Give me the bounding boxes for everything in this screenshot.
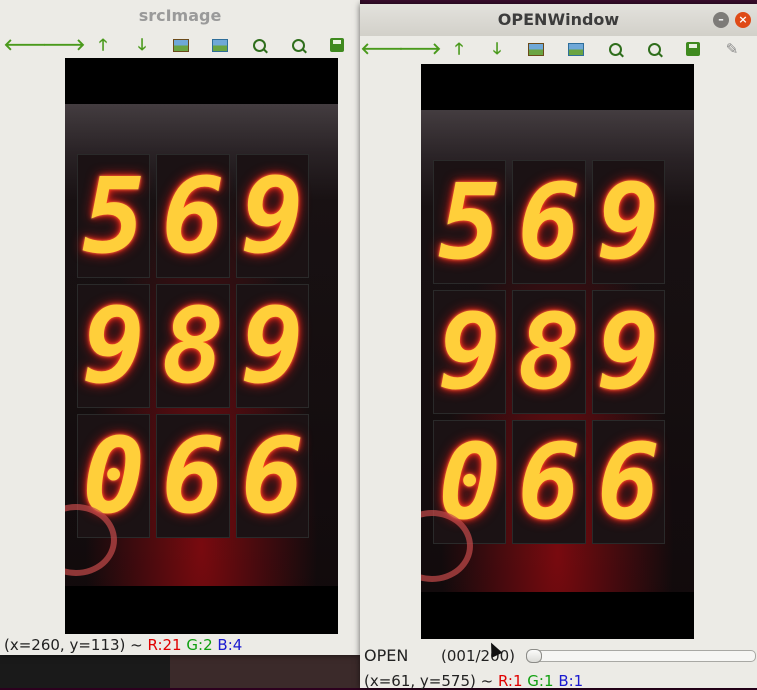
status-coords: (x=61, y=575) ~ [364,672,498,690]
status-bar: (x=61, y=575) ~ R:1 G:1 B:1 [364,672,583,690]
zoom-original-icon[interactable] [170,35,192,55]
digit: 5 [433,160,507,284]
trackbar-groove[interactable] [526,650,756,662]
properties-icon[interactable]: ✎ [721,39,743,59]
zoom-in-icon[interactable] [248,35,270,55]
digit: 9 [433,290,507,414]
status-g: G:2 [186,636,213,654]
trackbar-label: OPEN [364,646,409,665]
seven-segment-display: 5 6 9 9 8 9 0 6 6 [77,154,309,538]
save-icon[interactable] [682,39,704,59]
image-canvas[interactable]: 5 6 9 9 8 9 0 6 6 [65,58,338,634]
pan-down-icon[interactable]: 🡓 [486,39,508,59]
zoom-out-icon[interactable] [643,39,665,59]
pan-left-icon[interactable]: 🡐 [4,35,47,55]
status-r: R:21 [147,636,182,654]
display-photo: 5 6 9 9 8 9 0 6 6 [421,110,694,592]
toolbar: 🡐 🡒 🡑 🡓 ✎ [360,36,757,62]
digit: 5 [77,154,151,278]
background-window-fragment [170,655,360,688]
open-window[interactable]: OPENWindow – × 🡐 🡒 🡑 🡓 ✎ 5 6 9 9 8 9 0 6 [360,4,757,690]
pan-up-icon[interactable]: 🡑 [448,39,470,59]
desktop-background-bottom [0,655,360,688]
close-button[interactable]: × [735,12,751,28]
pan-right-icon[interactable]: 🡒 [399,39,442,59]
digit: 9 [591,160,665,284]
pan-down-icon[interactable]: 🡓 [131,35,153,55]
digit: 8 [156,284,230,408]
status-b: B:4 [217,636,243,654]
src-image-window[interactable]: srcImage 🡐 🡒 🡑 🡓 5 6 9 9 8 9 0 6 6 (x=26… [0,0,360,655]
digit: 6 [156,154,230,278]
digit: 6 [512,420,586,544]
seven-segment-display: 5 6 9 9 8 9 0 6 6 [433,160,665,544]
trackbar-handle[interactable] [526,649,542,663]
minimize-button[interactable]: – [713,12,729,28]
pan-up-icon[interactable]: 🡑 [92,35,114,55]
digit: 8 [512,290,586,414]
zoom-in-icon[interactable] [604,39,626,59]
status-g: G:1 [527,672,554,690]
save-icon[interactable] [326,35,348,55]
window-controls: – × [713,12,751,28]
digit: 6 [591,420,665,544]
digit: 6 [156,414,230,538]
image-canvas[interactable]: 5 6 9 9 8 9 0 6 6 [421,64,694,639]
zoom-fit-icon[interactable] [209,35,231,55]
window-title[interactable]: OPENWindow [360,4,757,36]
digit: 9 [235,284,309,408]
digit: 9 [77,284,151,408]
status-b: B:1 [558,672,584,690]
zoom-out-icon[interactable] [287,35,309,55]
status-r: R:1 [497,672,523,690]
digit: 6 [235,414,309,538]
status-bar: (x=260, y=113) ~ R:21 G:2 B:4 [4,636,242,654]
window-title[interactable]: srcImage [0,0,360,32]
digit: 9 [235,154,309,278]
trackbar-value: (001/200) [441,647,516,665]
zoom-fit-icon[interactable] [565,39,587,59]
digit: 9 [591,290,665,414]
pan-left-icon[interactable]: 🡐 [361,39,404,59]
zoom-original-icon[interactable] [525,39,547,59]
display-photo: 5 6 9 9 8 9 0 6 6 [65,104,338,586]
open-trackbar: OPEN (001/200) [360,640,757,666]
pan-right-icon[interactable]: 🡒 [43,35,86,55]
toolbar: 🡐 🡒 🡑 🡓 [0,32,360,58]
digit: 6 [512,160,586,284]
status-coords: (x=260, y=113) ~ [4,636,148,654]
